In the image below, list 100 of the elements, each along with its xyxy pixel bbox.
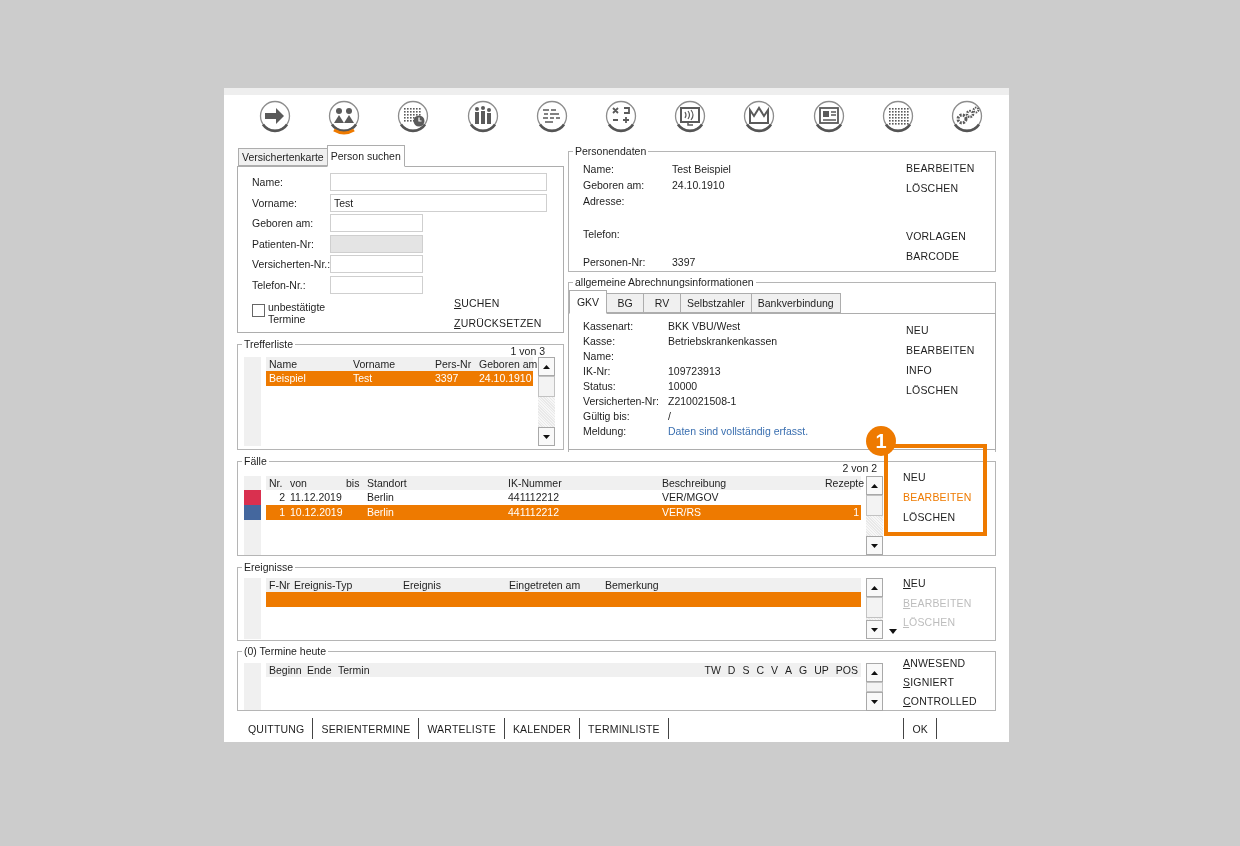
- tab[interactable]: GKV: [569, 290, 607, 314]
- checkbox[interactable]: [252, 303, 265, 317]
- column-header[interactable]: S: [742, 663, 750, 677]
- action-button[interactable]: BARCODE: [906, 246, 960, 266]
- calendar-clock-icon[interactable]: [396, 99, 431, 135]
- tab[interactable]: Bankverbindung: [750, 293, 841, 313]
- action-button[interactable]: ZURÜCKSETZEN: [454, 312, 542, 333]
- action-button[interactable]: NEU: [906, 320, 929, 340]
- action-button[interactable]: SUCHEN: [454, 292, 500, 313]
- input-field[interactable]: [330, 255, 423, 273]
- scrollbar[interactable]: [866, 578, 883, 639]
- scrollbar[interactable]: [866, 476, 883, 555]
- column-header[interactable]: Ereignis: [400, 578, 506, 592]
- footer-button[interactable]: TERMINLISTE: [580, 718, 669, 739]
- tab[interactable]: BG: [606, 293, 644, 313]
- action-button[interactable]: VORLAGEN: [906, 226, 966, 246]
- action-button[interactable]: NEU: [903, 574, 926, 594]
- table-cell-text: 11.12.2019: [289, 490, 343, 505]
- scrollbar[interactable]: [866, 663, 883, 710]
- column-header[interactable]: POS: [835, 663, 858, 677]
- tab[interactable]: Versichertenkarte: [238, 148, 328, 166]
- column-header[interactable]: Rezepte: [822, 476, 867, 490]
- footer-button[interactable]: QUITTUNG: [240, 718, 314, 739]
- column-header[interactable]: Name: [266, 357, 350, 371]
- column-header[interactable]: TW: [704, 663, 721, 677]
- column-header[interactable]: Beschreibung: [659, 476, 822, 490]
- table-cell-text: 441112212: [507, 505, 560, 520]
- scroll-down-button[interactable]: [866, 692, 883, 711]
- table-row[interactable]: 2 11.12.2019 Berlin 441112212 VER/MGOV: [266, 490, 861, 505]
- column-header[interactable]: von: [287, 476, 343, 490]
- column-header[interactable]: D: [727, 663, 736, 677]
- column-header[interactable]: Nr.: [266, 476, 287, 490]
- column-header[interactable]: A: [785, 663, 793, 677]
- action-button[interactable]: BEARBEITEN: [906, 340, 975, 360]
- action-button[interactable]: CONTROLLED: [903, 692, 977, 711]
- lines-icon[interactable]: [534, 99, 569, 135]
- table-cell-text: Berlin: [366, 490, 395, 505]
- ok-button[interactable]: OK: [903, 718, 937, 739]
- id-card-icon[interactable]: [811, 99, 846, 135]
- column-header[interactable]: Bemerkung: [602, 578, 861, 592]
- tab[interactable]: Selbstzahler: [680, 293, 752, 313]
- people-icon[interactable]: [327, 99, 362, 135]
- scrollbar-thumb[interactable]: [538, 376, 555, 397]
- tab[interactable]: RV: [643, 293, 681, 313]
- action-button[interactable]: LÖSCHEN: [903, 507, 956, 527]
- monitor-icon[interactable]: [673, 99, 708, 135]
- up-arrow-icon: [871, 670, 878, 675]
- action-button[interactable]: ANWESEND: [903, 654, 966, 673]
- table-cell-text: Beispiel: [268, 371, 307, 386]
- scrollbar[interactable]: [538, 357, 555, 446]
- crown-icon[interactable]: [742, 99, 777, 135]
- action-button[interactable]: BEARBEITEN: [906, 158, 975, 178]
- scrollbar-thumb[interactable]: [866, 495, 883, 516]
- column-header[interactable]: V: [771, 663, 779, 677]
- input-field[interactable]: [330, 275, 423, 294]
- action-button[interactable]: INFO: [906, 360, 932, 380]
- scrollbar-thumb[interactable]: [866, 682, 883, 692]
- column-header[interactable]: Geboren am: [476, 357, 541, 371]
- column-header[interactable]: IK-Nummer: [505, 476, 659, 490]
- column-header[interactable]: Termin: [335, 663, 705, 677]
- scroll-up-button[interactable]: [866, 663, 883, 682]
- scroll-up-button[interactable]: [866, 476, 883, 495]
- scroll-down-button[interactable]: [866, 620, 883, 639]
- input-field[interactable]: [330, 173, 547, 191]
- gears-icon[interactable]: [949, 99, 984, 135]
- action-button[interactable]: SIGNIERT: [903, 673, 954, 692]
- dot-grid-icon[interactable]: [880, 99, 915, 135]
- column-header[interactable]: Eingetreten am: [506, 578, 602, 592]
- scroll-down-button[interactable]: [538, 427, 555, 446]
- column-header[interactable]: G: [799, 663, 808, 677]
- scroll-up-button[interactable]: [538, 357, 555, 376]
- dropdown-caret-icon[interactable]: [889, 629, 897, 634]
- field-label: Telefon:: [583, 227, 621, 242]
- column-header[interactable]: Ereignis-Typ: [291, 578, 400, 592]
- column-header[interactable]: Pers-Nr: [432, 357, 476, 371]
- column-header[interactable]: bis: [343, 476, 364, 490]
- scroll-down-button[interactable]: [866, 536, 883, 555]
- column-header[interactable]: Beginn: [266, 663, 304, 677]
- input-field[interactable]: [330, 214, 423, 232]
- column-header[interactable]: F-Nr: [266, 578, 291, 592]
- column-header[interactable]: Standort: [364, 476, 505, 490]
- down-arrow-icon: [871, 627, 878, 632]
- column-header[interactable]: Vorname: [350, 357, 432, 371]
- action-button[interactable]: NEU: [903, 467, 926, 487]
- scrollbar-thumb[interactable]: [866, 597, 883, 618]
- tab[interactable]: Person suchen: [326, 145, 405, 167]
- column-header[interactable]: Ende: [304, 663, 335, 677]
- action-button[interactable]: LÖSCHEN: [906, 380, 959, 400]
- column-header[interactable]: UP: [814, 663, 829, 677]
- footer-button[interactable]: SERIENTERMINE: [313, 718, 420, 739]
- field-label: Geboren am:: [583, 178, 646, 193]
- footer-button[interactable]: WARTELISTE: [419, 718, 505, 739]
- calculator-icon[interactable]: [603, 99, 638, 135]
- bar-chart-icon[interactable]: [465, 99, 500, 135]
- action-button[interactable]: LÖSCHEN: [906, 178, 959, 198]
- footer-button[interactable]: KALENDER: [504, 718, 581, 739]
- scroll-up-button[interactable]: [866, 578, 883, 597]
- input-field[interactable]: Test: [330, 193, 547, 212]
- column-header[interactable]: C: [756, 663, 764, 677]
- group-title: Trefferliste: [242, 338, 295, 350]
